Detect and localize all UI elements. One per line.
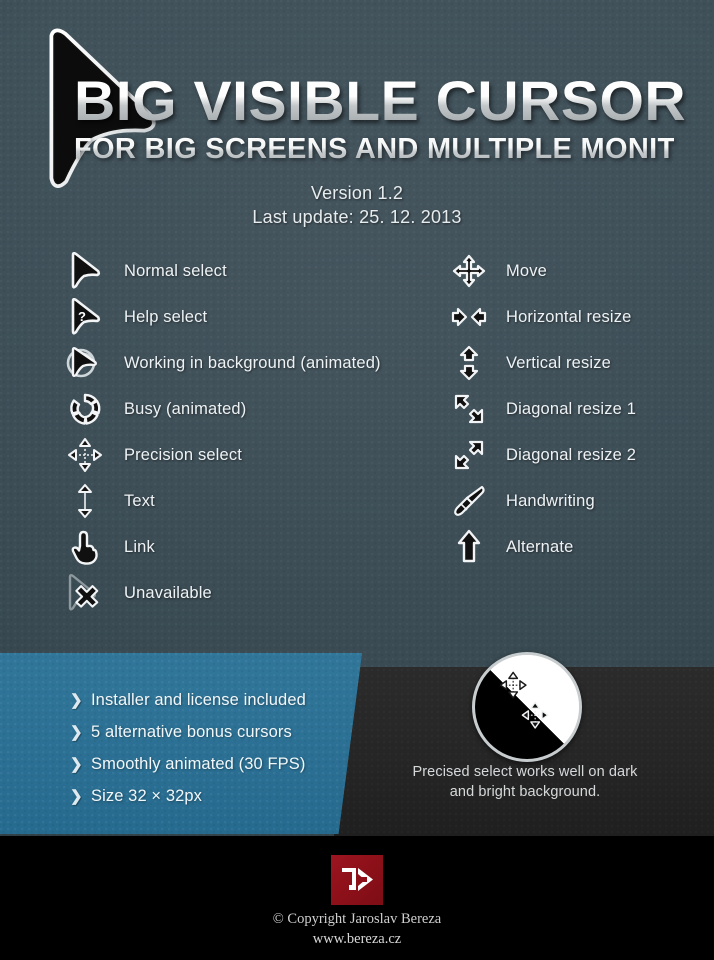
cursor-label: Normal select <box>124 261 227 280</box>
cursor-label: Vertical resize <box>506 353 611 372</box>
jb-monogram-logo[interactable] <box>331 855 383 905</box>
cursor-row: Horizontal resize <box>446 294 714 340</box>
link-hand-cursor-icon <box>62 525 108 569</box>
cursor-list: Normal select ? Help select Working in b… <box>0 248 714 618</box>
cursor-row: Diagonal resize 2 <box>446 432 714 478</box>
footer: © Copyright Jaroslav Bereza www.bereza.c… <box>0 836 714 960</box>
cursor-column-right: Move Horizontal resize Vertical resize D… <box>446 248 714 570</box>
cursor-row: Move <box>446 248 714 294</box>
diagonal-resize-1-cursor-icon <box>446 387 492 431</box>
cursor-label: Working in background (animated) <box>124 353 381 372</box>
text-cursor-icon <box>62 479 108 523</box>
chevron-right-icon: ❯ <box>70 691 83 709</box>
chevron-right-icon: ❯ <box>70 787 83 805</box>
vertical-resize-cursor-icon <box>446 341 492 385</box>
cursor-row: Precision select <box>62 432 462 478</box>
title-wrap: BIG VISIBLE CURSORS FOR BIG SCREENS AND … <box>74 72 714 166</box>
cursor-row: Vertical resize <box>446 340 714 386</box>
cursor-row: Text <box>62 478 462 524</box>
horizontal-resize-cursor-icon <box>446 295 492 339</box>
feature-item: ❯ Size 32 × 32px <box>70 780 370 812</box>
feature-list: ❯ Installer and license included ❯ 5 alt… <box>70 684 370 812</box>
website-link[interactable]: www.bereza.cz <box>0 929 714 949</box>
working-in-background-cursor-icon <box>62 341 108 385</box>
cursor-label: Handwriting <box>506 491 595 510</box>
last-update-text: Last update: 25. 12. 2013 <box>252 207 462 227</box>
busy-cursor-icon <box>62 387 108 431</box>
svg-text:?: ? <box>78 309 86 324</box>
move-cursor-icon <box>446 249 492 293</box>
cursor-row: Unavailable <box>62 570 462 616</box>
cursor-label: Text <box>124 491 155 510</box>
copyright-text: © Copyright Jaroslav Bereza <box>272 911 442 927</box>
cursor-label: Link <box>124 537 155 556</box>
cursor-row: Normal select <box>62 248 462 294</box>
version-block: Version 1.2 Last update: 25. 12. 2013 <box>0 181 714 229</box>
feature-label: 5 alternative bonus cursors <box>91 722 292 741</box>
cursor-label: Help select <box>124 307 208 326</box>
demo-caption-line-1: Precised select works well on dark <box>412 764 638 780</box>
footer-copyright: © Copyright Jaroslav Bereza www.bereza.c… <box>0 909 714 949</box>
page-subtitle: FOR BIG SCREENS AND MULTIPLE MONITORS <box>74 133 714 165</box>
diagonal-resize-2-cursor-icon <box>446 433 492 477</box>
feature-label: Smoothly animated (30 FPS) <box>91 754 306 773</box>
header: BIG VISIBLE CURSORS FOR BIG SCREENS AND … <box>0 0 714 240</box>
cursor-row: ? Help select <box>62 294 462 340</box>
handwriting-pen-cursor-icon <box>446 479 492 523</box>
precision-select-cursor-icon <box>62 433 108 477</box>
cursor-label: Horizontal resize <box>506 307 632 326</box>
unavailable-cursor-icon <box>62 571 108 615</box>
feature-label: Installer and license included <box>91 690 306 709</box>
cursor-label: Move <box>506 261 547 280</box>
normal-select-cursor-icon <box>62 249 108 293</box>
cursor-label: Alternate <box>506 537 574 556</box>
cursor-row: Diagonal resize 1 <box>446 386 714 432</box>
version-text: Version 1.2 <box>310 183 404 203</box>
feature-label: Size 32 × 32px <box>91 786 203 805</box>
cursor-row: Busy (animated) <box>62 386 462 432</box>
demo-caption: Precised select works well on dark and b… <box>380 762 670 802</box>
precision-select-on-split-background-icon <box>472 652 582 762</box>
cursor-row: Handwriting <box>446 478 714 524</box>
cursor-label: Unavailable <box>124 583 212 602</box>
poster-root: BIG VISIBLE CURSORS FOR BIG SCREENS AND … <box>0 0 714 960</box>
feature-item: ❯ Installer and license included <box>70 684 370 716</box>
cursor-row: Link <box>62 524 462 570</box>
demo-caption-line-2: and bright background. <box>449 784 601 800</box>
cursor-label: Diagonal resize 2 <box>506 445 637 464</box>
chevron-right-icon: ❯ <box>70 755 83 773</box>
cursor-row: Alternate <box>446 524 714 570</box>
chevron-right-icon: ❯ <box>70 723 83 741</box>
cursor-label: Busy (animated) <box>124 399 247 418</box>
feature-item: ❯ 5 alternative bonus cursors <box>70 716 370 748</box>
cursor-column-left: Normal select ? Help select Working in b… <box>62 248 462 616</box>
cursor-row: Working in background (animated) <box>62 340 462 386</box>
alternate-arrow-cursor-icon <box>446 525 492 569</box>
cursor-label: Diagonal resize 1 <box>506 399 637 418</box>
help-select-cursor-icon: ? <box>62 295 108 339</box>
feature-item: ❯ Smoothly animated (30 FPS) <box>70 748 370 780</box>
page-title: BIG VISIBLE CURSORS <box>74 69 714 132</box>
cursor-label: Precision select <box>124 445 242 464</box>
